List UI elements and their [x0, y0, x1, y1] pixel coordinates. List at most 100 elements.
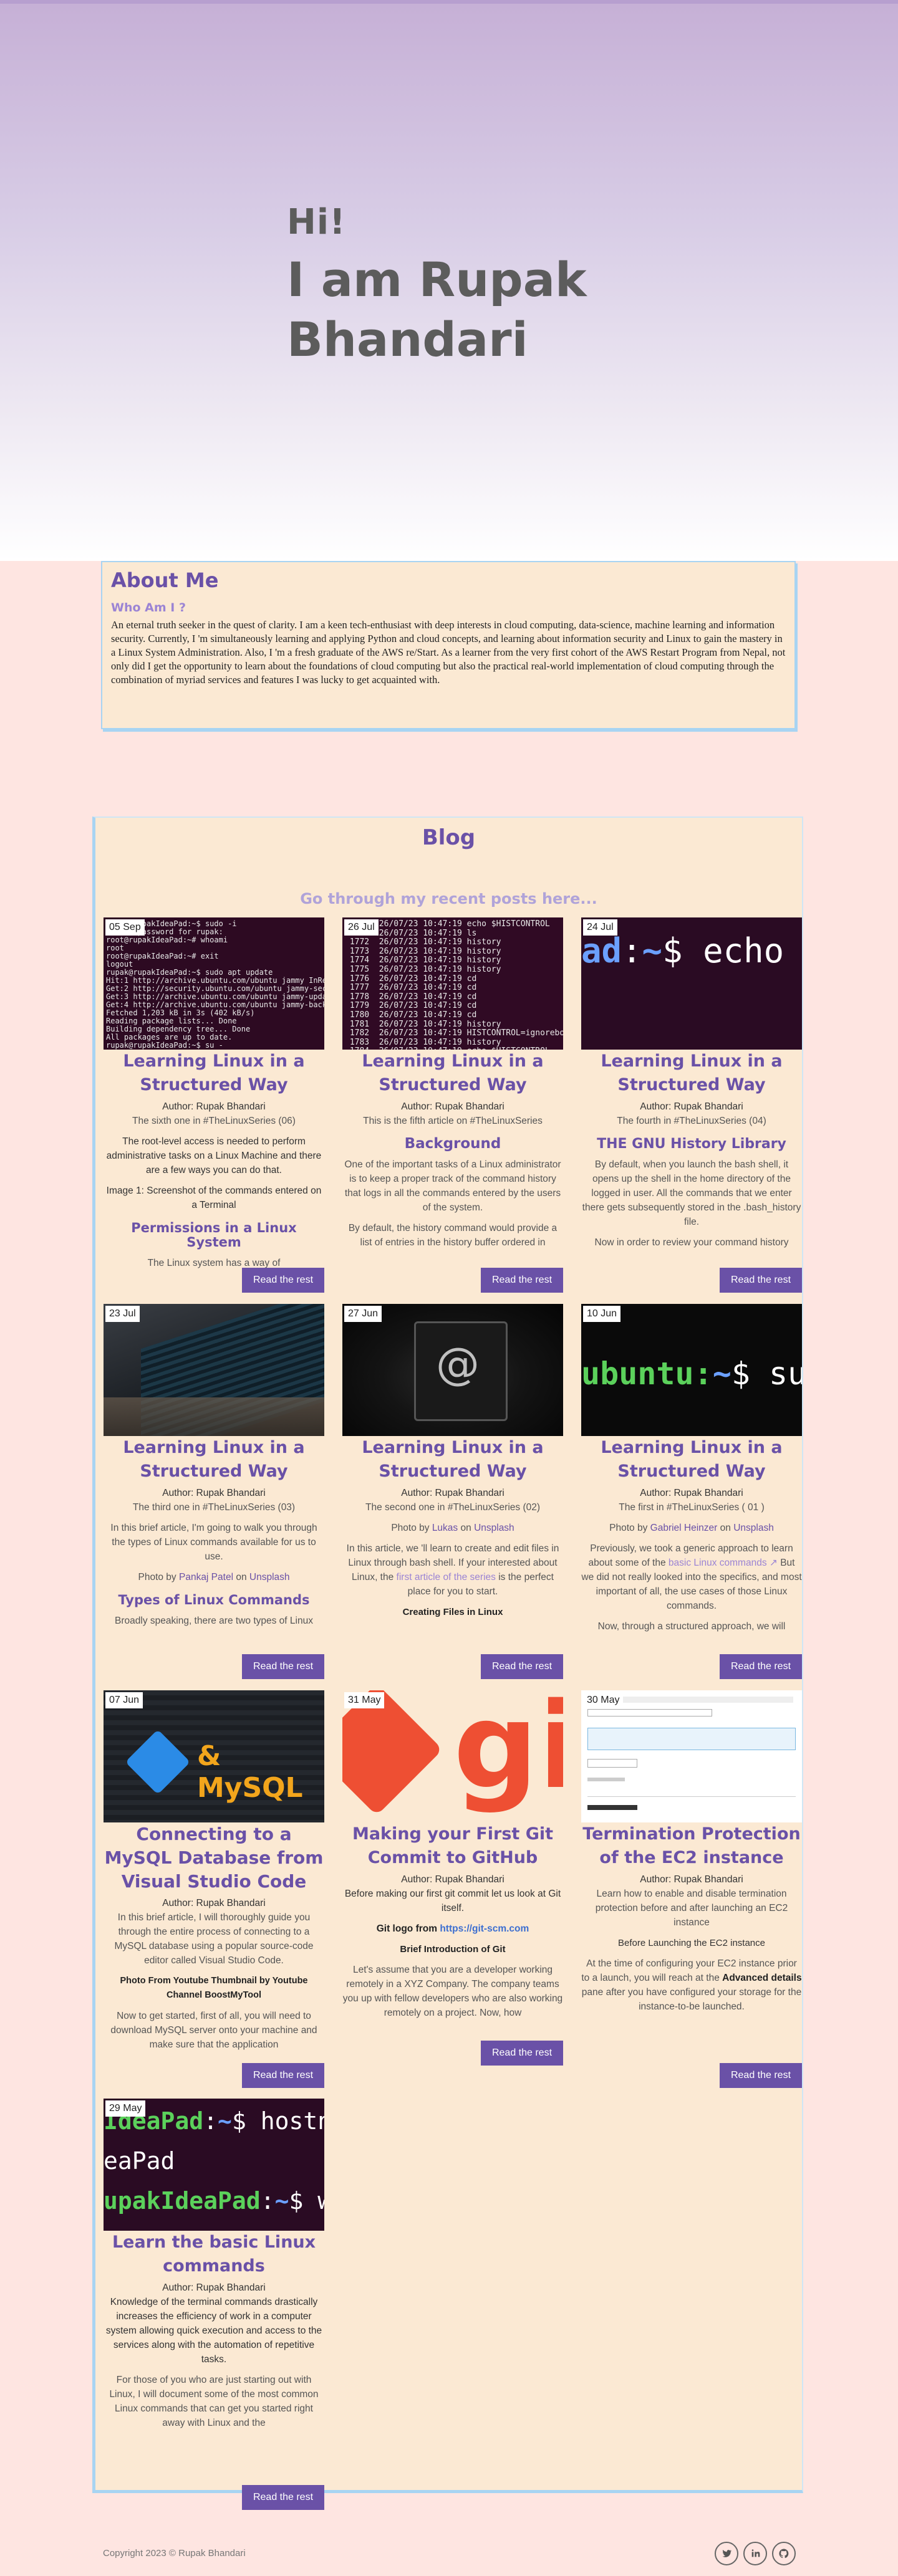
post-title[interactable]: Making your First Git Commit to GitHub — [342, 1822, 563, 1870]
post-excerpt: Author: Rupak Bhandari In this brief art… — [104, 1896, 324, 2064]
post-series: This is the fifth article on #TheLinuxSe… — [363, 1116, 543, 1126]
git-scm-link[interactable]: https://git-scm.com — [440, 1923, 529, 1934]
post-paragraph: In this brief article, I'm going to walk… — [110, 1523, 317, 1562]
post-paragraph: Now, through a structured approach, we w… — [597, 1621, 786, 1632]
post-thumbnail[interactable] — [581, 1690, 802, 1822]
post-paragraph: By default, when you launch the bash she… — [582, 1159, 801, 1227]
post-series: The third one in #TheLinuxSeries (03) — [132, 1502, 296, 1513]
post-paragraph: By default, the history command would pr… — [348, 1223, 558, 1248]
post-paragraph: In this article, we 'll learn to create … — [342, 1541, 563, 1599]
blog-section: Blog Go through my recent posts here... … — [92, 816, 803, 2510]
post-title[interactable]: Learning Linux in a Structured Way — [581, 1436, 802, 1483]
post-excerpt: Author: Rupak Bhandari Learn how to enab… — [581, 1872, 802, 2066]
git-logo-image: git — [342, 1690, 563, 1822]
photo-credit: Photo by Gabriel Heinzer on Unsplash — [581, 1521, 802, 1535]
blog-card[interactable]: 1770 26/07/23 10:47:19 echo $HISTCONTROL… — [342, 917, 563, 1323]
read-more-button[interactable]: Read the rest — [242, 1268, 324, 1293]
post-thumbnail[interactable]: ubuntu:~$ sudo| — [581, 1304, 802, 1436]
blog-card[interactable]: @ 27 Jun Learning Linux in a Structured … — [342, 1304, 563, 1709]
unsplash-link[interactable]: Unsplash — [733, 1523, 774, 1533]
post-excerpt: Author: Rupak Bhandari Knowledge of the … — [104, 2281, 324, 2480]
post-date: 23 Jul — [105, 1306, 140, 1322]
post-date: 27 Jun — [344, 1306, 382, 1322]
post-series: The first in #TheLinuxSeries ( 01 ) — [619, 1502, 765, 1513]
github-icon[interactable] — [772, 2542, 796, 2565]
post-subheading: Creating Files in Linux — [402, 1607, 503, 1617]
read-more-button[interactable]: Read the rest — [720, 1654, 802, 1679]
read-more-button[interactable]: Read the rest — [720, 1268, 802, 1293]
post-title[interactable]: Learning Linux in a Structured Way — [342, 1436, 563, 1483]
post-paragraph: Previously, we took a generic approach t… — [581, 1541, 802, 1613]
first-article-link[interactable]: first article of the series — [397, 1572, 496, 1582]
post-title[interactable]: Learn the basic Linux commands — [104, 2231, 324, 2278]
blog-card[interactable]: git 31 May Making your First Git Commit … — [342, 1690, 563, 2095]
photo-credit: Photo From Youtube Thumbnail by Youtube … — [120, 1976, 308, 2000]
git-wordmark: git — [453, 1690, 563, 1815]
read-more-button[interactable]: Read the rest — [481, 1268, 563, 1293]
post-thumbnail[interactable]: 1770 26/07/23 10:47:19 echo $HISTCONTROL… — [342, 917, 563, 1050]
post-thumbnail[interactable]: git — [342, 1690, 563, 1822]
post-title[interactable]: Learning Linux in a Structured Way — [342, 1050, 563, 1097]
post-thumbnail[interactable]: @ — [342, 1304, 563, 1436]
post-author: Author: Rupak Bhandari — [162, 1898, 266, 1908]
post-subheading: Before Launching the EC2 instance — [618, 1938, 765, 1948]
blog-card[interactable]: ubuntu:~$ sudo| 10 Jun Learning Linux in… — [581, 1304, 802, 1709]
post-title[interactable]: Termination Protection of the EC2 instan… — [581, 1822, 802, 1870]
blog-card[interactable]: & MySQL 07 Jun Connecting to a MySQL Dat… — [104, 1690, 324, 2095]
blog-card[interactable]: ad:~$ echo 24 Jul Learning Linux in a St… — [581, 917, 802, 1323]
twitter-icon[interactable] — [715, 2542, 738, 2565]
post-date: 24 Jul — [583, 919, 617, 936]
blog-card[interactable]: rupak@rupakIdeaPad:~$ sudo -i [sudo] pas… — [104, 917, 324, 1323]
post-thumbnail[interactable]: & MySQL — [104, 1690, 324, 1822]
photo-author-link[interactable]: Lukas — [432, 1523, 458, 1533]
post-thumbnail[interactable] — [104, 1304, 324, 1436]
hero-name: I am Rupak Bhandari — [287, 252, 587, 367]
about-subtitle: Who Am I ? — [111, 601, 186, 615]
post-paragraph-text: pane after you have configured your stor… — [581, 1987, 802, 2012]
mysql-logo-text: & MySQL — [197, 1740, 303, 1804]
post-paragraph: Let's assume that you are a developer wo… — [342, 1965, 563, 2018]
post-excerpt: Author: Rupak Bhandari The second one in… — [342, 1486, 563, 1679]
read-more-button[interactable]: Read the rest — [481, 2041, 563, 2066]
photo-by-label: Photo by — [391, 1523, 430, 1533]
read-more-button[interactable]: Read the rest — [242, 2485, 324, 2510]
photo-author-link[interactable]: Pankaj Patel — [179, 1572, 233, 1582]
hero-section: Hi! I am Rupak Bhandari — [0, 0, 898, 561]
blog-card[interactable]: 30 May Termination Protection of the EC2… — [581, 1690, 802, 2095]
linkedin-icon[interactable] — [743, 2542, 767, 2565]
read-more-button[interactable]: Read the rest — [242, 2063, 324, 2088]
read-more-button[interactable]: Read the rest — [242, 1654, 324, 1679]
post-title[interactable]: Learning Linux in a Structured Way — [104, 1050, 324, 1097]
unsplash-link[interactable]: Unsplash — [474, 1523, 514, 1533]
basic-commands-link[interactable]: basic Linux commands — [669, 1558, 767, 1568]
blog-card[interactable]: 23 Jul Learning Linux in a Structured Wa… — [104, 1304, 324, 1709]
read-more-button[interactable]: Read the rest — [481, 1654, 563, 1679]
post-paragraph: The root-level access is needed to perfo… — [106, 1136, 322, 1175]
post-excerpt: Author: Rupak Bhandari The fourth in #Th… — [581, 1099, 802, 1293]
post-title[interactable]: Learning Linux in a Structured Way — [581, 1050, 802, 1097]
post-subheading: Brief Introduction of Git — [400, 1944, 506, 1955]
post-paragraph: Broadly speaking, there are two types of… — [115, 1616, 313, 1626]
post-title[interactable]: Connecting to a MySQL Database from Visu… — [104, 1822, 324, 1894]
git-diamond-icon — [342, 1690, 443, 1816]
unsplash-link[interactable]: Unsplash — [249, 1572, 290, 1582]
post-paragraph: At the time of configuring your EC2 inst… — [581, 1956, 802, 2014]
post-paragraph: Learn how to enable and disable terminat… — [595, 1889, 788, 1928]
photo-by-label: Photo by — [609, 1523, 648, 1533]
post-thumbnail[interactable]: IdeaPad:~$ hostna eaPad upakIdeaPad:~$ w… — [104, 2099, 324, 2231]
post-thumbnail[interactable]: rupak@rupakIdeaPad:~$ sudo -i [sudo] pas… — [104, 917, 324, 1050]
read-more-button[interactable]: Read the rest — [720, 2063, 802, 2088]
post-heading: Background — [404, 1136, 501, 1152]
post-author: Author: Rupak Bhandari — [162, 1488, 266, 1498]
blog-card[interactable]: IdeaPad:~$ hostna eaPad upakIdeaPad:~$ w… — [104, 2099, 324, 2510]
laptop-photo-image — [104, 1304, 324, 1436]
post-thumbnail[interactable]: ad:~$ echo — [581, 917, 802, 1050]
post-series: The second one in #TheLinuxSeries (02) — [365, 1502, 541, 1513]
blog-subtitle: Go through my recent posts here... — [300, 890, 597, 907]
logo-credit: Git logo from https://git-scm.com — [342, 1922, 563, 1936]
post-title[interactable]: Learning Linux in a Structured Way — [104, 1436, 324, 1483]
post-series: The sixth one in #TheLinuxSeries (06) — [132, 1116, 296, 1126]
aws-console-screenshot — [581, 1690, 802, 1822]
post-date: 26 Jul — [344, 919, 379, 936]
photo-author-link[interactable]: Gabriel Heinzer — [650, 1523, 718, 1533]
